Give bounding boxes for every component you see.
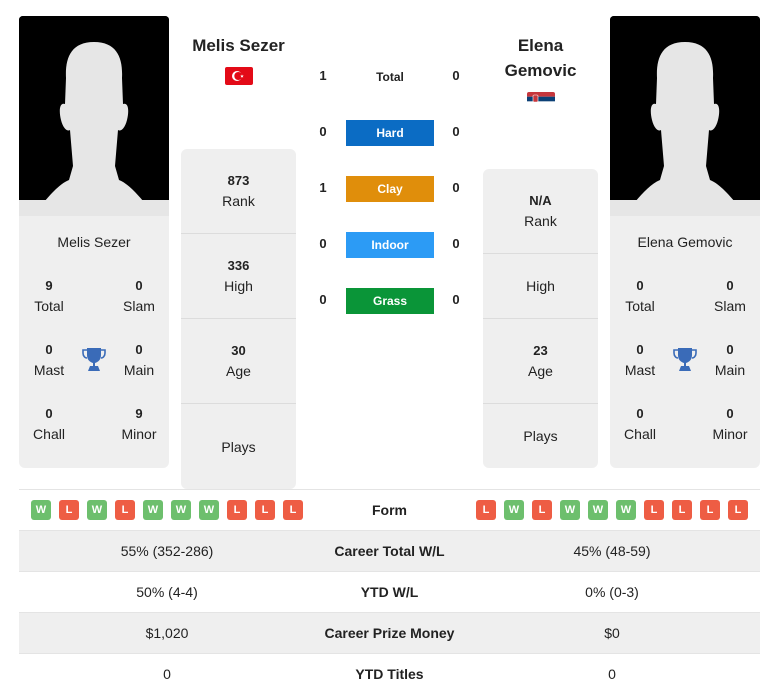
player2-form: LWLWWWLLLL <box>464 500 760 520</box>
form-badge-win[interactable]: W <box>504 500 524 520</box>
player1-age: 30 Age <box>181 319 296 404</box>
form-badge-win[interactable]: W <box>171 500 191 520</box>
h2h-total-p2: 0 <box>452 68 460 83</box>
surface-clay-button[interactable]: Clay <box>346 176 434 202</box>
player2-stats-card: N/A Rank High 23 Age Plays <box>483 169 598 468</box>
row-label: YTD Titles <box>355 666 424 682</box>
player2-name-link[interactable]: Elena Gemovic <box>483 33 598 83</box>
h2h-clay-p1: 1 <box>319 180 327 195</box>
player1-titles-mast: 0 Mast <box>33 342 65 378</box>
form-badge-win[interactable]: W <box>87 500 107 520</box>
h2h-hard-p1: 0 <box>319 124 327 139</box>
player1-form: WLWLWWWLLL <box>19 500 315 520</box>
player1-titles-chall: 0 Chall <box>33 406 65 442</box>
silhouette-icon <box>610 16 760 216</box>
form-badge-loss[interactable]: L <box>532 500 552 520</box>
table-row: 50% (4-4) YTD W/L 0% (0-3) <box>19 571 760 612</box>
player1-titles-slam: 0 Slam <box>123 278 155 314</box>
turkey-flag-icon <box>225 67 253 85</box>
form-badge-loss[interactable]: L <box>672 500 692 520</box>
surface-grass-button[interactable]: Grass <box>346 288 434 314</box>
form-badge-win[interactable]: W <box>588 500 608 520</box>
player1-photo <box>19 16 169 216</box>
silhouette-icon <box>19 16 169 216</box>
player1-name-link[interactable]: Melis Sezer <box>181 33 296 58</box>
player1-ytd-titles: 0 <box>163 666 171 682</box>
player2-career-wl: 45% (48-59) <box>573 543 651 559</box>
player2-prize-money: $0 <box>604 625 620 641</box>
player1-ytd-wl: 50% (4-4) <box>136 584 198 600</box>
table-row: $1,020 Career Prize Money $0 <box>19 612 760 653</box>
form-badge-win[interactable]: W <box>31 500 51 520</box>
form-badge-loss[interactable]: L <box>700 500 720 520</box>
player1-rank: 873 Rank <box>181 149 296 234</box>
form-badge-win[interactable]: W <box>199 500 219 520</box>
player2-ytd-wl: 0% (0-3) <box>585 584 639 600</box>
table-row: 55% (352-286) Career Total W/L 45% (48-5… <box>19 530 760 571</box>
player2-titles-total: 0 Total <box>625 278 655 314</box>
player1-stats-card: 873 Rank 336 High 30 Age Plays <box>181 149 296 489</box>
h2h-indoor-p1: 0 <box>319 236 327 251</box>
player1-titles-minor: 9 Minor <box>121 406 157 442</box>
surface-hard-button[interactable]: Hard <box>346 120 434 146</box>
player2-titles-main: 0 Main <box>714 342 746 378</box>
player2-titles-slam: 0 Slam <box>714 278 746 314</box>
player2-ytd-titles: 0 <box>608 666 616 682</box>
player2-rank: N/A Rank <box>483 169 598 254</box>
player1-career-wl: 55% (352-286) <box>120 543 214 559</box>
player2-card-name: Elena Gemovic <box>637 234 733 250</box>
form-badge-loss[interactable]: L <box>115 500 135 520</box>
player2-titles-chall: 0 Chall <box>624 406 656 442</box>
h2h-total-p1: 1 <box>319 68 327 83</box>
player1-titles-total: 9 Total <box>34 278 64 314</box>
form-badge-loss[interactable]: L <box>283 500 303 520</box>
form-badge-loss[interactable]: L <box>255 500 275 520</box>
player2-photo <box>610 16 760 216</box>
form-badge-win[interactable]: W <box>616 500 636 520</box>
player1-plays: Plays <box>221 438 256 455</box>
player2-high: High <box>483 254 598 319</box>
player1-high: 336 High <box>181 234 296 319</box>
form-badge-loss[interactable]: L <box>59 500 79 520</box>
comparison-table: WLWLWWWLLL Form LWLWWWLLLL 55% (352-286)… <box>19 489 760 694</box>
h2h-total-label: Total <box>376 70 404 84</box>
row-label: Career Prize Money <box>324 625 455 641</box>
player1-info-card: Melis Sezer 9 Total 0 Slam 0 Mast 0 Main… <box>19 216 169 468</box>
form-badge-loss[interactable]: L <box>644 500 664 520</box>
row-label: Career Total W/L <box>334 543 445 559</box>
form-label: Form <box>372 502 407 518</box>
form-row: WLWLWWWLLL Form LWLWWWLLLL <box>19 489 760 530</box>
table-row: 0 YTD Titles 0 <box>19 653 760 694</box>
player2-titles-minor: 0 Minor <box>712 406 748 442</box>
form-badge-win[interactable]: W <box>143 500 163 520</box>
player2-info-card: Elena Gemovic 0 Total 0 Slam 0 Mast 0 Ma… <box>610 216 760 468</box>
row-label: YTD W/L <box>360 584 419 600</box>
trophy-icon <box>82 348 106 371</box>
player2-age: 23 Age <box>483 319 598 404</box>
h2h-indoor-p2: 0 <box>452 236 460 251</box>
h2h-clay-p2: 0 <box>452 180 460 195</box>
player1-card-name: Melis Sezer <box>57 234 131 250</box>
h2h-grass-p2: 0 <box>452 292 460 307</box>
form-badge-win[interactable]: W <box>560 500 580 520</box>
h2h-hard-p2: 0 <box>452 124 460 139</box>
player1-prize-money: $1,020 <box>145 625 189 641</box>
player2-titles-mast: 0 Mast <box>624 342 656 378</box>
serbia-flag-icon <box>527 92 555 106</box>
h2h-grass-p1: 0 <box>319 292 327 307</box>
form-badge-loss[interactable]: L <box>728 500 748 520</box>
form-badge-loss[interactable]: L <box>227 500 247 520</box>
player1-titles-main: 0 Main <box>123 342 155 378</box>
form-badge-loss[interactable]: L <box>476 500 496 520</box>
player2-plays: Plays <box>523 428 558 444</box>
trophy-icon <box>673 348 697 371</box>
surface-indoor-button[interactable]: Indoor <box>346 232 434 258</box>
